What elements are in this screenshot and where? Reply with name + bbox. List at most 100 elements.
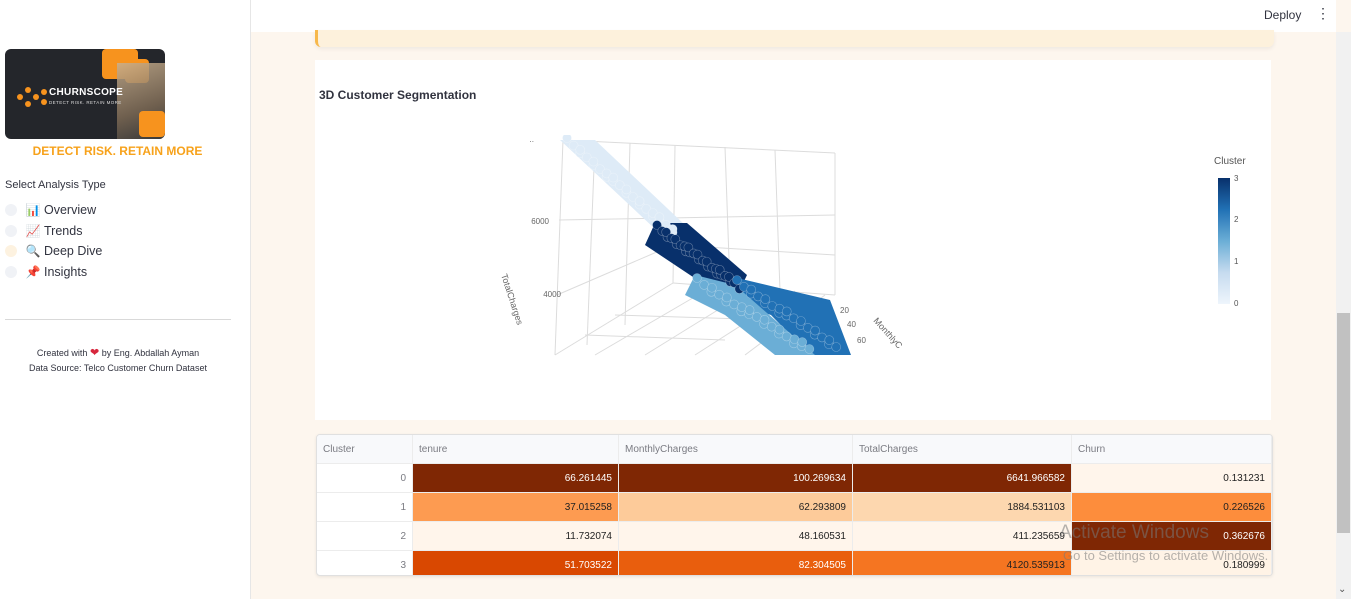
scatter-point <box>781 306 792 317</box>
y-tick-20: 20 <box>840 306 849 315</box>
scatter-point <box>804 344 815 354</box>
magnifier-icon: 🔍 <box>25 244 41 258</box>
trend-chart-icon: 📈 <box>25 224 41 238</box>
churnscope-logo: CHURNSCOPE DETECT RISK. RETAIN MORE <box>5 49 165 139</box>
table-cell-total[interactable]: 6641.966582 <box>852 463 1072 493</box>
table-cell-tenure[interactable]: 66.261445 <box>412 463 619 493</box>
scatter-point <box>634 196 645 206</box>
table-row[interactable]: 0 66.261445 100.269634 6641.966582 0.131231 <box>317 463 1272 493</box>
colorbar <box>1218 178 1230 304</box>
radio-circle[interactable] <box>5 225 17 237</box>
network-icon <box>17 87 47 107</box>
scrollbar-thumb[interactable] <box>1337 313 1350 533</box>
main-menu-icon[interactable]: ⋮ <box>1316 5 1330 23</box>
table-cell-tenure[interactable]: 11.732074 <box>412 521 619 551</box>
table-cell-total[interactable]: 411.235659 <box>852 521 1072 551</box>
alert-banner <box>315 30 1274 47</box>
activate-windows-subtitle: Go to Settings to activate Windows. <box>1063 548 1269 563</box>
table-header-row: Cluster tenure MonthlyCharges TotalCharg… <box>317 435 1272 464</box>
column-header[interactable]: tenure <box>412 435 619 464</box>
footer-created-prefix: Created with <box>36 348 88 358</box>
y-tick-60: 60 <box>857 336 866 345</box>
radio-circle[interactable] <box>5 266 17 278</box>
radio-overview[interactable]: 📊 Overview <box>5 201 96 219</box>
colorbar-tick-0: 0 <box>1234 299 1239 308</box>
colorbar-tick-1: 1 <box>1234 257 1239 266</box>
table-cell-total[interactable]: 1884.531103 <box>852 492 1072 522</box>
radio-insights[interactable]: 📌 Insights <box>5 263 87 281</box>
chart-title: 3D Customer Segmentation <box>319 88 477 102</box>
scatter-point <box>797 337 808 347</box>
scatter-point <box>588 156 599 167</box>
column-header[interactable]: MonthlyCharges <box>618 435 853 464</box>
z-tick-4000: 4000 <box>543 290 561 299</box>
scatter-point <box>575 145 585 155</box>
scatter-point <box>608 172 618 183</box>
radio-label-overview: Overview <box>44 203 97 217</box>
colorbar-tick-2: 2 <box>1234 215 1239 224</box>
bar-chart-icon: 📊 <box>25 203 41 217</box>
activate-windows-title: Activate Windows <box>1059 522 1209 543</box>
table-cell-tenure[interactable]: 37.015258 <box>412 492 619 522</box>
radio-label-deep-dive: Deep Dive <box>44 244 103 258</box>
scatter-point <box>707 282 717 293</box>
chart-card: 3D Customer Segmentation .. 6000 4000 20… <box>315 60 1271 420</box>
table-cell-monthly[interactable]: 62.293809 <box>618 492 853 522</box>
scatter-point <box>722 292 732 303</box>
scatter-point <box>562 135 572 143</box>
logo-subtext: DETECT RISK. RETAIN MORE <box>49 100 122 105</box>
z-tick-top: .. <box>530 135 534 144</box>
y-tick-40: 40 <box>847 320 856 329</box>
radio-circle[interactable] <box>5 204 17 216</box>
column-header[interactable]: TotalCharges <box>852 435 1072 464</box>
scatter-point <box>759 314 770 325</box>
table-cell-monthly[interactable]: 48.160531 <box>618 521 853 551</box>
table-row[interactable]: 1 37.015258 62.293809 1884.531103 0.226526 <box>317 492 1272 522</box>
sidebar-divider <box>5 319 231 320</box>
footer-data-source: Data Source: Telco Customer Churn Datase… <box>29 363 207 373</box>
radio-trends[interactable]: 📈 Trends <box>5 222 82 240</box>
scroll-down-icon[interactable]: ⌄ <box>1338 584 1346 595</box>
scatter-point <box>732 275 742 285</box>
y-axis-label: MonthlyC <box>872 316 905 351</box>
row-index-cell[interactable]: 1 <box>317 492 413 522</box>
scatter-point <box>831 342 842 352</box>
row-index-cell[interactable]: 0 <box>317 463 413 493</box>
radio-deep-dive[interactable]: 🔍 Deep Dive <box>5 242 102 260</box>
table-cell-tenure[interactable]: 51.703522 <box>412 550 619 575</box>
logo-text: CHURNSCOPE <box>49 87 124 98</box>
table-cell-total[interactable]: 4120.535913 <box>852 550 1072 575</box>
heart-icon: ❤ <box>89 347 100 359</box>
radio-label-insights: Insights <box>44 265 88 279</box>
deploy-button[interactable]: Deploy <box>1258 6 1307 24</box>
footer-created-suffix: by Eng. Abdallah Ayman <box>101 348 200 358</box>
table-cell-monthly[interactable]: 100.269634 <box>618 463 853 493</box>
table-cell-monthly[interactable]: 82.304505 <box>618 550 853 575</box>
scatter-point <box>744 305 755 315</box>
tagline: DETECT RISK. RETAIN MORE <box>32 144 203 158</box>
radio-circle-selected[interactable] <box>5 245 17 257</box>
scatter-point <box>760 294 771 304</box>
column-header[interactable]: Cluster <box>317 435 413 464</box>
scatter-point <box>692 273 702 283</box>
scatter-point <box>824 335 835 345</box>
table-cell-churn[interactable]: 0.226526 <box>1071 492 1272 522</box>
radio-label-trends: Trends <box>44 224 83 238</box>
scatter-point <box>746 284 756 295</box>
scatter-3d-plot[interactable]: .. 6000 4000 20 40 60 TotalCharges Month… <box>475 135 915 365</box>
analysis-type-label: Select Analysis Type <box>5 179 106 191</box>
scatter-point <box>621 184 632 195</box>
z-axis-label: TotalCharges <box>499 273 525 327</box>
scatter-point <box>774 324 785 335</box>
row-index-cell[interactable]: 2 <box>317 521 413 551</box>
colorbar-tick-3: 3 <box>1234 174 1239 183</box>
top-header <box>251 0 1336 32</box>
table-cell-churn[interactable]: 0.131231 <box>1071 463 1272 493</box>
pushpin-icon: 📌 <box>25 265 41 279</box>
z-tick-6000: 6000 <box>531 217 549 226</box>
sidebar-footer: Created with ❤ by Eng. Abdallah Ayman Da… <box>5 346 231 376</box>
scatter-point <box>796 316 806 326</box>
sidebar: CHURNSCOPE DETECT RISK. RETAIN MORE DETE… <box>0 0 251 599</box>
column-header[interactable]: Churn <box>1071 435 1272 464</box>
row-index-cell[interactable]: 3 <box>317 550 413 575</box>
